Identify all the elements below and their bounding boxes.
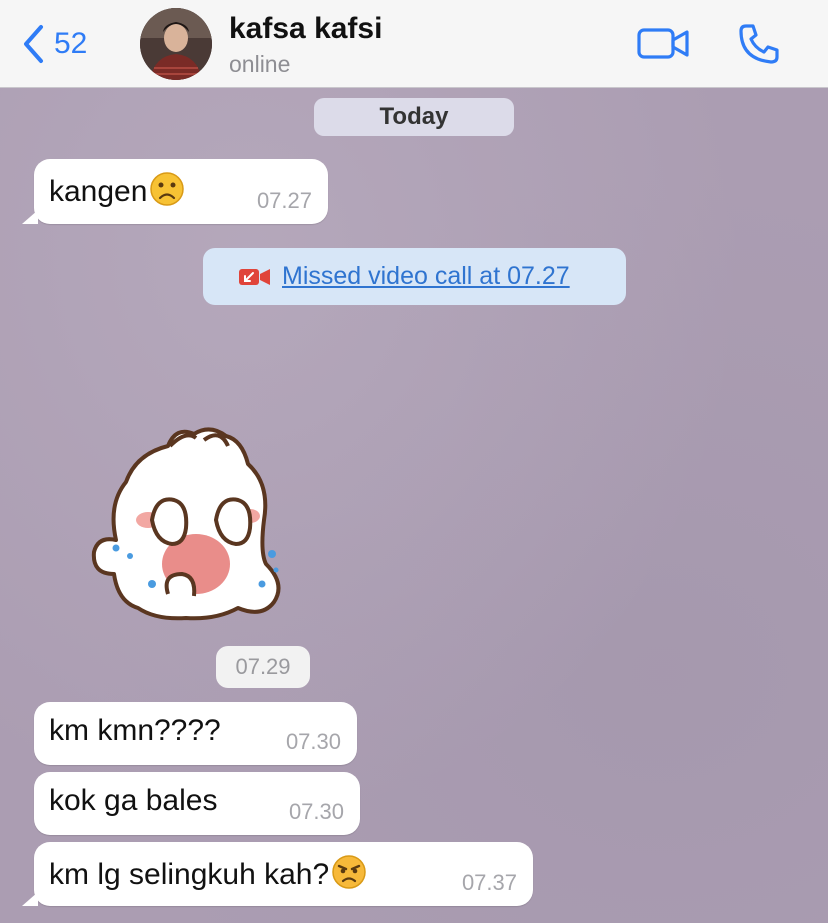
missed-call-notice[interactable]: Missed video call at 07.27 — [203, 248, 626, 305]
frowning-face-icon — [149, 171, 185, 215]
message-text: kangen — [49, 171, 185, 215]
voice-call-button[interactable] — [737, 22, 781, 71]
message-bubble[interactable]: km kmn???? 07.30 — [34, 702, 357, 765]
crying-bunny-sticker[interactable] — [86, 424, 292, 624]
message-time: 07.30 — [288, 799, 344, 824]
message-bubble[interactable]: kangen 07.27 — [22, 159, 328, 224]
message-text: km kmn???? — [49, 714, 221, 747]
chat-area[interactable]: Today kangen 07.27 Missed video call at … — [0, 88, 828, 923]
message-time: 07.37 — [461, 870, 517, 895]
video-camera-icon — [637, 28, 689, 59]
chevron-left-icon — [24, 25, 43, 63]
angry-face-icon — [331, 854, 367, 898]
contact-name[interactable]: kafsa kafsi — [229, 12, 382, 46]
message-text: km lg selingkuh kah? — [49, 854, 367, 898]
message-time: 07.30 — [285, 729, 341, 754]
missed-call-link[interactable]: Missed video call at 07.27 — [282, 262, 570, 291]
contact-status: online — [229, 51, 291, 77]
missed-video-call-icon — [238, 267, 272, 287]
sticker-time: 07.29 — [216, 646, 310, 688]
avatar[interactable] — [140, 8, 212, 80]
bubble-tail — [22, 210, 38, 224]
message-time: 07.27 — [256, 188, 312, 213]
message-bubble[interactable]: km lg selingkuh kah? 07.37 — [22, 842, 533, 906]
chat-header: 52 kafsa kafsi online — [0, 0, 828, 88]
bubble-tail — [22, 892, 38, 906]
phone-icon — [739, 24, 779, 64]
back-button[interactable]: 52 — [22, 20, 87, 68]
date-separator: Today — [314, 98, 514, 136]
video-call-button[interactable] — [636, 22, 690, 69]
message-bubble[interactable]: kok ga bales 07.30 — [34, 772, 360, 835]
message-text: kok ga bales — [49, 784, 218, 817]
unread-count: 52 — [54, 27, 88, 60]
